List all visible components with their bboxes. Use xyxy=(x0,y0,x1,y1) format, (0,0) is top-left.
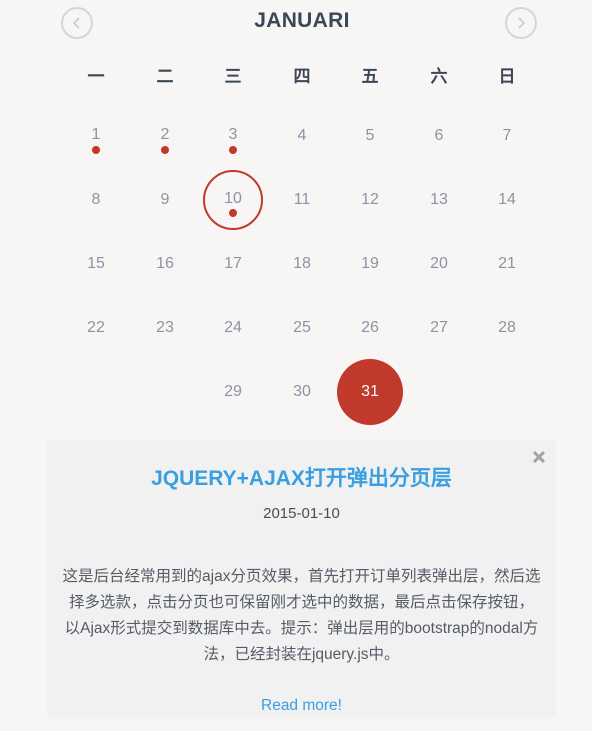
day-number: 8 xyxy=(91,191,101,208)
day-number: 25 xyxy=(293,319,311,336)
event-card: JQUERY+AJAX打开弹出分页层 2015-01-10 这是后台经常用到的a… xyxy=(47,440,556,717)
day-number: 29 xyxy=(224,383,242,400)
day-number: 6 xyxy=(434,127,444,144)
day-number: 10 xyxy=(224,190,242,207)
day-cell[interactable]: 25 xyxy=(272,298,332,358)
day-cell[interactable]: 26 xyxy=(340,298,400,358)
day-number: 14 xyxy=(498,191,516,208)
day-cell[interactable]: 19 xyxy=(340,234,400,294)
day-number: 24 xyxy=(224,319,242,336)
day-cell[interactable]: 21 xyxy=(477,234,537,294)
day-number: 30 xyxy=(293,383,311,400)
day-number: 18 xyxy=(293,255,311,272)
day-cell[interactable]: 8 xyxy=(66,170,126,230)
day-cell[interactable]: 9 xyxy=(135,170,195,230)
day-cell[interactable]: 22 xyxy=(66,298,126,358)
day-number: 2 xyxy=(160,126,170,143)
read-more-link[interactable]: Read more! xyxy=(47,697,556,715)
day-cell[interactable]: 3 xyxy=(203,106,263,166)
day-number: 12 xyxy=(361,191,379,208)
day-number: 26 xyxy=(361,319,379,336)
day-cell[interactable]: 11 xyxy=(272,170,332,230)
day-cell[interactable]: 23 xyxy=(135,298,195,358)
event-date: 2015-01-10 xyxy=(263,505,340,522)
day-cell[interactable]: 6 xyxy=(409,106,469,166)
month-title: JANUARI xyxy=(254,9,350,32)
day-cell[interactable]: 12 xyxy=(340,170,400,230)
day-number: 20 xyxy=(430,255,448,272)
day-cell[interactable]: 24 xyxy=(203,298,263,358)
day-cell[interactable]: 30 xyxy=(272,362,332,422)
day-cell-today[interactable]: 31 xyxy=(337,359,403,425)
day-cell[interactable]: 1 xyxy=(66,106,126,166)
day-cell[interactable]: 4 xyxy=(272,106,332,166)
day-number: 4 xyxy=(297,127,307,144)
day-number: 15 xyxy=(87,255,105,272)
day-number: 21 xyxy=(498,255,516,272)
weekday-label: 一 xyxy=(87,67,105,86)
weekday-label: 二 xyxy=(156,67,174,86)
day-number: 7 xyxy=(502,127,512,144)
weekday-label: 五 xyxy=(361,67,379,86)
event-description: 这是后台经常用到的ajax分页效果，首先打开订单列表弹出层，然后选择多选款，点击… xyxy=(62,568,541,663)
weekday-label: 日 xyxy=(498,67,516,86)
day-cell[interactable]: 14 xyxy=(477,170,537,230)
day-number: 1 xyxy=(91,126,101,143)
day-cell[interactable]: 18 xyxy=(272,234,332,294)
event-dot xyxy=(229,146,237,154)
day-cell[interactable]: 2 xyxy=(135,106,195,166)
day-number: 13 xyxy=(430,191,448,208)
day-number: 16 xyxy=(156,255,174,272)
day-number: 17 xyxy=(224,255,242,272)
day-number: 27 xyxy=(430,319,448,336)
day-number: 22 xyxy=(87,319,105,336)
day-number: 19 xyxy=(361,255,379,272)
event-title: JQUERY+AJAX打开弹出分页层 xyxy=(151,467,452,490)
day-cell[interactable]: 20 xyxy=(409,234,469,294)
day-number: 9 xyxy=(160,191,170,208)
weekday-label: 四 xyxy=(293,67,311,86)
day-cell[interactable]: 7 xyxy=(477,106,537,166)
day-cell[interactable]: 17 xyxy=(203,234,263,294)
day-cell[interactable]: 15 xyxy=(66,234,126,294)
day-number: 31 xyxy=(361,383,379,400)
day-cell[interactable]: 16 xyxy=(135,234,195,294)
day-cell[interactable]: 13 xyxy=(409,170,469,230)
next-month-button[interactable] xyxy=(505,7,537,39)
event-dot xyxy=(229,209,237,217)
day-number: 28 xyxy=(498,319,516,336)
weekday-label: 六 xyxy=(430,67,448,86)
day-number: 3 xyxy=(228,126,238,143)
day-cell[interactable]: 5 xyxy=(340,106,400,166)
day-cell-selected[interactable]: 10 xyxy=(203,170,263,230)
day-cell[interactable]: 29 xyxy=(203,362,263,422)
chevron-right-icon xyxy=(518,17,526,29)
day-cell[interactable]: 27 xyxy=(409,298,469,358)
day-cell[interactable]: 28 xyxy=(477,298,537,358)
weekday-label: 三 xyxy=(224,67,242,86)
event-dot xyxy=(92,146,100,154)
event-dot xyxy=(161,146,169,154)
day-number: 5 xyxy=(365,127,375,144)
day-number: 23 xyxy=(156,319,174,336)
day-number: 11 xyxy=(293,191,311,208)
